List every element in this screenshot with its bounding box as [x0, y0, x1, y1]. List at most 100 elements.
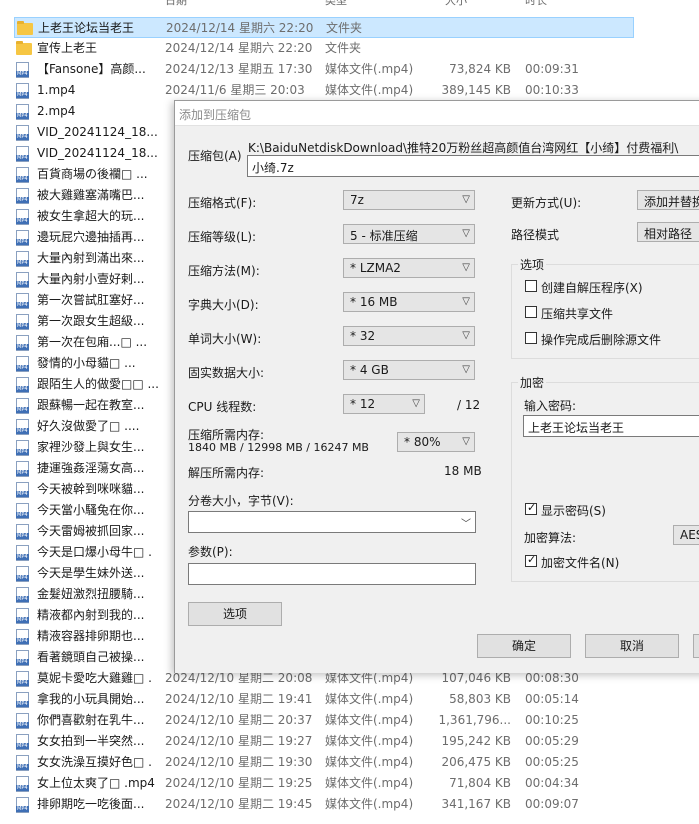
shared-label: 压缩共享文件 — [541, 307, 614, 321]
column-header-size[interactable]: 大小 — [445, 0, 467, 8]
enc-method-label: 加密算法: — [524, 531, 577, 545]
file-row[interactable]: 女上位太爽了□ .mp4 2024/12/10 星期二 19:25 媒体文件(.mp… — [14, 773, 634, 794]
file-type: 媒体文件(.mp4) — [325, 797, 414, 811]
help-button[interactable] — [693, 634, 699, 658]
file-name: 女女拍到一半突然... — [37, 734, 145, 748]
video-file-icon — [16, 251, 29, 267]
file-duration: 00:05:14 — [525, 692, 579, 706]
enc-method-select[interactable]: AES-256 — [673, 525, 699, 545]
file-name: 好久沒做愛了□ .... — [37, 419, 140, 433]
solid-label: 固实数据大小: — [188, 366, 265, 380]
file-name: 捷運強姦淫蕩女高... — [37, 461, 145, 475]
file-row[interactable]: 【Fansone】高颜... 2024/12/13 星期五 17:30 媒体文件(.… — [14, 59, 634, 80]
method-select[interactable]: * LZMA2 ▽ — [343, 258, 475, 278]
folder-row[interactable]: 上老王论坛当老王 2024/12/14 星期六 22:20 文件夹 — [14, 17, 634, 38]
file-name: 今天當小騷兔在你... — [37, 503, 145, 517]
update-label: 更新方式(U): — [511, 196, 582, 210]
cancel-button[interactable]: 取消 — [585, 634, 679, 658]
file-date: 2024/12/10 星期二 19:30 — [165, 755, 313, 769]
file-row[interactable]: 你們喜歡射在乳牛... 2024/12/10 星期二 20:37 媒体文件(.mp4… — [14, 710, 634, 731]
file-name: 看著鏡頭自己被操... — [37, 650, 145, 664]
file-row[interactable]: 拿我的小玩具開始... 2024/12/10 星期二 19:41 媒体文件(.mp4… — [14, 689, 634, 710]
file-type: 媒体文件(.mp4) — [325, 755, 414, 769]
dict-select[interactable]: * 16 MB ▽ — [343, 292, 475, 312]
checkbox-box — [525, 501, 537, 515]
video-file-icon — [16, 461, 29, 477]
file-row[interactable]: 女女拍到一半突然... 2024/12/10 星期二 19:27 媒体文件(.mp4… — [14, 731, 634, 752]
cpu-select[interactable]: * 12 ▽ — [343, 394, 425, 414]
format-select[interactable]: 7z ▽ — [343, 190, 475, 210]
file-row[interactable]: 1.mp4 2024/11/6 星期三 20:03 媒体文件(.mp4) 389,14… — [14, 80, 634, 101]
password-input[interactable]: 上老王论坛当老王 — [523, 415, 699, 437]
dict-label: 字典大小(D): — [188, 298, 259, 312]
file-size: 73,824 KB — [449, 62, 511, 76]
video-file-icon — [16, 797, 29, 813]
file-size: 389,145 KB — [441, 83, 511, 97]
file-name: 精液都內射到我的... — [37, 608, 145, 622]
file-name: 你們喜歡射在乳牛... — [37, 713, 145, 727]
archive-name-value: 小绮.7z — [252, 161, 294, 175]
archive-name-input[interactable]: 小绮.7z — [247, 155, 699, 177]
file-date: 2024/12/10 星期二 19:27 — [165, 734, 313, 748]
encryption-group-label: 加密 — [518, 374, 547, 391]
split-size-input[interactable]: ﹀ — [188, 511, 476, 533]
video-file-icon — [16, 671, 29, 687]
mem-decompress-label: 解压所需内存: — [188, 466, 265, 480]
ok-button[interactable]: 确定 — [477, 634, 571, 658]
file-name: 精液容器排卵期也... — [37, 629, 145, 643]
enc-method-value: AES-256 — [680, 528, 699, 542]
file-date: 2024/12/14 星期六 22:20 — [165, 41, 313, 55]
file-row[interactable]: 排卵期吃一吃後面... 2024/12/10 星期二 19:45 媒体文件(.mp4… — [14, 794, 634, 815]
update-select[interactable]: 添加并替换 — [637, 190, 699, 210]
chevron-down-icon: ▽ — [462, 262, 470, 273]
file-name: 2.mp4 — [37, 104, 76, 118]
file-size: 71,804 KB — [449, 776, 511, 790]
file-name: 大量內射小壹好剌... — [37, 272, 145, 286]
column-header-type[interactable]: 类型 — [325, 0, 347, 8]
video-file-icon — [16, 419, 29, 435]
column-header-duration[interactable]: 时长 — [525, 0, 547, 8]
params-input[interactable] — [188, 563, 476, 585]
options-button[interactable]: 选项 — [188, 602, 282, 626]
file-name: 跟蘇暢一起在教室... — [37, 398, 145, 412]
video-file-icon — [16, 398, 29, 414]
file-date: 2024/12/10 星期二 19:41 — [165, 692, 313, 706]
file-duration: 00:05:25 — [525, 755, 579, 769]
file-date: 2024/12/10 星期二 19:25 — [165, 776, 313, 790]
column-header-date[interactable]: 日期 — [165, 0, 187, 8]
level-select[interactable]: 5 - 标准压缩 ▽ — [343, 224, 475, 244]
sfx-label: 创建自解压程序(X) — [541, 281, 643, 295]
file-date: 2024/12/14 星期六 22:20 — [166, 21, 314, 35]
folder-row[interactable]: 宣传上老王 2024/12/14 星期六 22:20 文件夹 — [14, 38, 634, 59]
path-select[interactable]: 相对路径 — [637, 222, 699, 242]
file-name: VID_20241124_18... — [37, 125, 158, 139]
file-duration: 00:04:34 — [525, 776, 579, 790]
file-name: 大量內射到滿出來... — [37, 251, 145, 265]
video-file-icon — [16, 692, 29, 708]
video-file-icon — [16, 608, 29, 624]
video-file-icon — [16, 734, 29, 750]
word-label: 单词大小(W): — [188, 332, 262, 346]
chevron-down-icon: ﹀ — [461, 519, 471, 530]
word-select[interactable]: * 32 ▽ — [343, 326, 475, 346]
file-duration: 00:09:31 — [525, 62, 579, 76]
archive-path: K:\BaiduNetdiskDownload\推特20万粉丝超高颜值台湾网红【… — [248, 141, 679, 155]
file-row[interactable]: 女女洗澡互摸好色□ . 2024/12/10 星期二 19:30 媒体文件(.mp4… — [14, 752, 634, 773]
file-name: 被大雞雞塞滿嘴巴... — [37, 188, 145, 202]
dialog-titlebar[interactable]: 添加到压缩包 — [175, 101, 699, 126]
file-size: 58,803 KB — [449, 692, 511, 706]
password-label: 输入密码: — [524, 399, 577, 413]
update-value: 添加并替换 — [644, 195, 699, 209]
video-file-icon — [16, 440, 29, 456]
checkbox-box — [525, 306, 537, 318]
file-name: 今天是口爆小母牛□ . — [37, 545, 152, 559]
file-date: 2024/12/10 星期二 19:45 — [165, 797, 313, 811]
solid-select[interactable]: * 4 GB ▽ — [343, 360, 475, 380]
mem-percent-select[interactable]: * 80% ▽ — [397, 432, 475, 452]
video-file-icon — [16, 230, 29, 246]
checkbox-box — [525, 553, 537, 567]
level-label: 压缩等级(L): — [188, 230, 257, 244]
video-file-icon — [16, 335, 29, 351]
file-name: 第一次跟女生超級... — [37, 314, 145, 328]
chevron-down-icon: ▽ — [412, 398, 420, 409]
